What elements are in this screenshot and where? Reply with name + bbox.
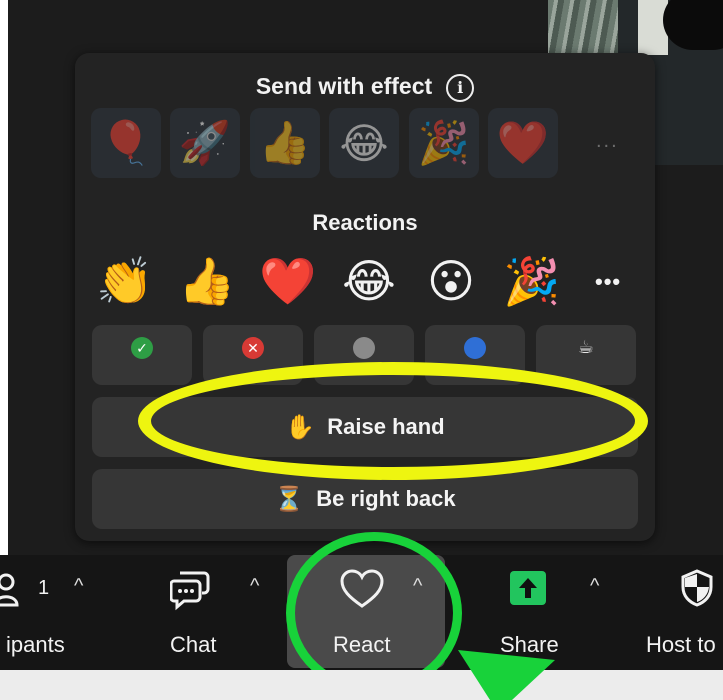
participants-caret-icon[interactable]: ^	[74, 575, 83, 598]
raise-hand-icon: ✋	[285, 413, 316, 441]
participants-label: ipants	[6, 632, 65, 657]
effect-rocket[interactable]: 🚀	[170, 108, 240, 178]
host-tools-button[interactable]: Host to	[640, 555, 723, 670]
cross-icon: ✕	[242, 337, 264, 359]
chat-label: Chat	[170, 632, 217, 657]
reaction-thumbs-up[interactable]: 👍	[177, 251, 237, 311]
participants-icon	[0, 573, 19, 607]
share-icon	[510, 571, 546, 605]
react-button[interactable]: ^ React	[287, 555, 445, 670]
status-no-button[interactable]: ✕	[203, 325, 303, 385]
reaction-row: 👏 👍 ❤️ 😂 😮 🎉 •••	[95, 251, 635, 311]
status-slower-button[interactable]	[314, 325, 414, 385]
raise-hand-button[interactable]: ✋ Raise hand	[92, 397, 638, 457]
effect-heart[interactable]: ❤️	[488, 108, 558, 178]
info-icon[interactable]: i	[446, 73, 475, 102]
reaction-surprised[interactable]: 😮	[421, 251, 481, 311]
bottom-strip	[0, 670, 723, 700]
video-subject	[663, 0, 723, 50]
faster-icon	[464, 337, 486, 359]
more-effects-button[interactable]: ...	[596, 130, 636, 153]
react-caret-icon[interactable]: ^	[413, 575, 422, 598]
send-with-effect-title: Send with effect i	[75, 73, 655, 102]
status-coffee-button[interactable]: ☕	[536, 325, 636, 385]
effect-thumbs-up[interactable]: 👍	[250, 108, 320, 178]
reaction-clapping[interactable]: 👏	[95, 251, 155, 311]
raise-hand-label: Raise hand	[327, 414, 445, 439]
status-faster-button[interactable]	[425, 325, 525, 385]
host-tools-label: Host to	[646, 632, 716, 657]
participants-count: 1	[38, 577, 50, 599]
video-background	[548, 0, 618, 55]
effect-balloon[interactable]: 🎈	[91, 108, 161, 178]
hourglass-icon: ⏳	[274, 485, 305, 513]
reactions-title: Reactions	[312, 210, 418, 235]
chat-button[interactable]: ^ Chat	[150, 555, 280, 670]
status-yes-button[interactable]: ✓	[92, 325, 192, 385]
heart-outline-icon	[340, 569, 384, 608]
reaction-heart[interactable]: ❤️	[258, 251, 318, 311]
effect-party-popper[interactable]: 🎉	[409, 108, 479, 178]
green-arrow-annotation	[458, 650, 555, 700]
reaction-laughing[interactable]: 😂	[339, 251, 399, 311]
shield-icon	[681, 569, 713, 607]
chat-icon	[170, 571, 210, 611]
slower-icon	[353, 337, 375, 359]
more-reactions-button[interactable]: •••	[595, 269, 621, 295]
chat-caret-icon[interactable]: ^	[250, 575, 259, 598]
effect-laughing[interactable]: 😂	[329, 108, 399, 178]
be-right-back-button[interactable]: ⏳ Be right back	[92, 469, 638, 529]
participants-button[interactable]: 1 ^ ipants	[0, 555, 110, 670]
check-icon: ✓	[131, 337, 153, 359]
send-with-effect-label: Send with effect	[255, 73, 433, 99]
reaction-party-popper[interactable]: 🎉	[502, 251, 562, 311]
coffee-icon: ☕	[577, 337, 595, 357]
reactions-panel: Send with effect i 🎈 🚀 👍 😂 🎉 ❤️ ... React…	[75, 53, 655, 541]
be-right-back-label: Be right back	[316, 486, 456, 511]
react-label: React	[333, 632, 391, 657]
share-caret-icon[interactable]: ^	[590, 575, 599, 598]
